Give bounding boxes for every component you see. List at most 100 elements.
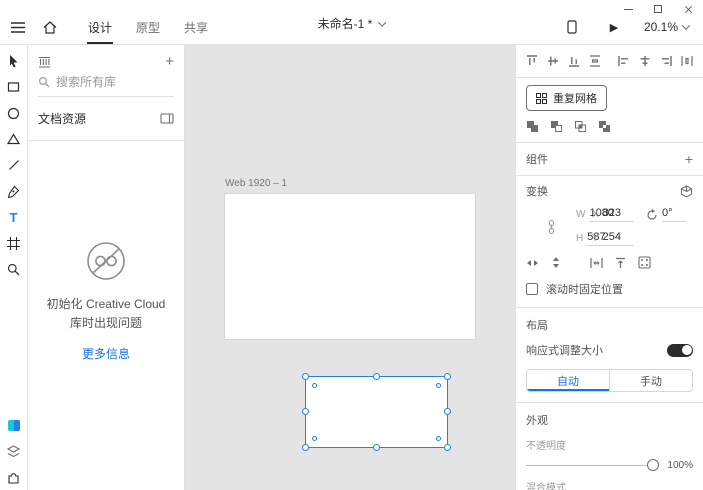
transform-header: 变换 <box>526 183 693 199</box>
artboard[interactable] <box>225 194 475 451</box>
document-assets-icon <box>160 113 174 124</box>
boolean-add-icon <box>527 121 538 132</box>
maximize-button[interactable] <box>643 0 673 18</box>
text-tool[interactable]: T <box>6 210 22 225</box>
align-bottom-button[interactable] <box>568 55 580 67</box>
selection-handle-nw[interactable] <box>302 373 309 380</box>
selection-handle-w[interactable] <box>302 408 309 415</box>
add-component-button[interactable]: + <box>685 152 693 166</box>
stack-button[interactable] <box>614 257 627 269</box>
selection-handle-n[interactable] <box>372 373 380 380</box>
boolean-exclude-button[interactable] <box>598 120 611 133</box>
boolean-subtract-button[interactable] <box>550 120 563 133</box>
x-label: X <box>592 209 599 220</box>
minimize-button[interactable] <box>613 0 643 18</box>
line-tool[interactable] <box>6 158 22 172</box>
tab-prototype-label: 原型 <box>136 20 161 35</box>
selection-handle-se[interactable] <box>444 444 451 451</box>
align-middle-button[interactable] <box>547 55 559 67</box>
lock-aspect-ratio-button[interactable] <box>526 219 576 234</box>
grid-boolean-section: 重复网格 <box>516 78 703 143</box>
rectangle-tool[interactable] <box>6 80 22 94</box>
distribute-horizontal-button[interactable] <box>681 55 693 67</box>
desktop-preview-button[interactable]: ▶ <box>602 15 626 39</box>
home-button[interactable] <box>38 15 62 39</box>
add-library-button[interactable]: + <box>165 54 174 69</box>
opacity-slider-knob[interactable] <box>647 459 660 471</box>
resize-auto-button[interactable]: 自动 <box>527 370 609 391</box>
tab-prototype[interactable]: 原型 <box>124 10 172 44</box>
artboard-title[interactable]: Web 1920 – 1 <box>225 178 287 189</box>
y-input[interactable]: 254 <box>602 231 633 246</box>
hamburger-menu-button[interactable] <box>6 15 30 39</box>
flip-horizontal-button[interactable] <box>526 257 539 269</box>
select-tool[interactable] <box>6 54 22 68</box>
boolean-intersect-button[interactable] <box>574 120 587 133</box>
padding-button[interactable] <box>590 257 603 269</box>
distribute-vertical-button[interactable] <box>589 55 601 67</box>
align-center-icon <box>640 56 650 66</box>
opacity-slider[interactable] <box>526 459 660 471</box>
libraries-panel: + 文档资源 初始化 Creative Cloud 库时出现问题 更多信息 <box>28 45 185 490</box>
boolean-add-button[interactable] <box>526 120 539 133</box>
align-top-button[interactable] <box>526 55 538 67</box>
selection-handle-sw[interactable] <box>302 444 309 451</box>
libraries-error-state: 初始化 Creative Cloud 库时出现问题 更多信息 <box>28 141 184 490</box>
selection-handle-e[interactable] <box>444 408 451 415</box>
plugins-panel-button[interactable] <box>6 470 22 484</box>
artboard-tool[interactable] <box>6 236 22 250</box>
search-input[interactable] <box>56 75 158 89</box>
zoom-level-menu[interactable]: 20.1% <box>644 20 691 34</box>
fix-position-checkbox[interactable] <box>526 283 538 295</box>
selected-rectangle[interactable] <box>302 373 451 451</box>
corner-radius-handle-nw[interactable] <box>312 383 317 388</box>
repeat-grid-button[interactable]: 重复网格 <box>526 85 607 111</box>
document-assets-label: 文档资源 <box>38 112 87 126</box>
responsive-resize-row: 响应式调整大小 <box>526 342 693 358</box>
x-input[interactable]: 323 <box>602 207 633 222</box>
opacity-value: 100% <box>667 459 693 471</box>
property-inspector: 重复网格 组件 + 变换 W 1080 X 323 0° H 587 Y 254… <box>515 45 703 490</box>
libraries-panel-button[interactable] <box>6 418 22 432</box>
document-title-menu[interactable]: 未命名-1 * <box>318 15 387 32</box>
layers-panel-button[interactable] <box>6 444 22 458</box>
zoom-tool[interactable] <box>6 262 22 276</box>
selection-handle-ne[interactable] <box>444 373 451 380</box>
responsive-resize-toggle[interactable] <box>667 343 693 357</box>
flip-vertical-button[interactable] <box>550 256 562 269</box>
ellipse-tool[interactable] <box>6 106 22 120</box>
3d-transform-button[interactable] <box>680 184 693 198</box>
toggle-knob <box>681 345 692 355</box>
corner-radius-handle-ne[interactable] <box>436 383 441 388</box>
appearance-label: 外观 <box>526 415 548 427</box>
align-right-icon <box>662 56 672 66</box>
align-bottom-icon <box>569 57 579 67</box>
flip-horizontal-icon <box>527 259 538 266</box>
y-field: Y 254 <box>592 231 646 246</box>
align-left-icon <box>618 56 628 66</box>
layers-icon <box>7 444 20 457</box>
selection-handle-s[interactable] <box>372 444 380 451</box>
boolean-subtract-icon <box>551 121 562 132</box>
align-left-button[interactable] <box>618 55 630 67</box>
layout-label: 布局 <box>526 320 548 332</box>
3d-transform-icon <box>680 184 693 198</box>
distribute-vertical-icon <box>590 55 600 67</box>
align-right-button[interactable] <box>660 55 672 67</box>
polygon-tool[interactable] <box>6 132 22 146</box>
preview-on-device-button[interactable] <box>560 15 584 39</box>
corner-radius-handle-sw[interactable] <box>312 436 317 441</box>
close-button[interactable] <box>673 0 703 18</box>
document-assets-item[interactable]: 文档资源 <box>28 97 184 141</box>
tab-design[interactable]: 设计 <box>76 10 124 44</box>
tab-share[interactable]: 共享 <box>172 10 220 44</box>
align-center-button[interactable] <box>639 55 651 67</box>
pen-tool[interactable] <box>6 184 22 198</box>
corner-radius-handle-se[interactable] <box>436 436 441 441</box>
canvas[interactable]: Web 1920 – 1 <box>185 45 515 490</box>
resize-manual-button[interactable]: 手动 <box>609 370 692 391</box>
home-icon <box>43 20 57 34</box>
corner-radius-button[interactable] <box>638 256 651 269</box>
more-info-link[interactable]: 更多信息 <box>82 345 130 362</box>
rotation-input[interactable]: 0° <box>662 207 686 222</box>
